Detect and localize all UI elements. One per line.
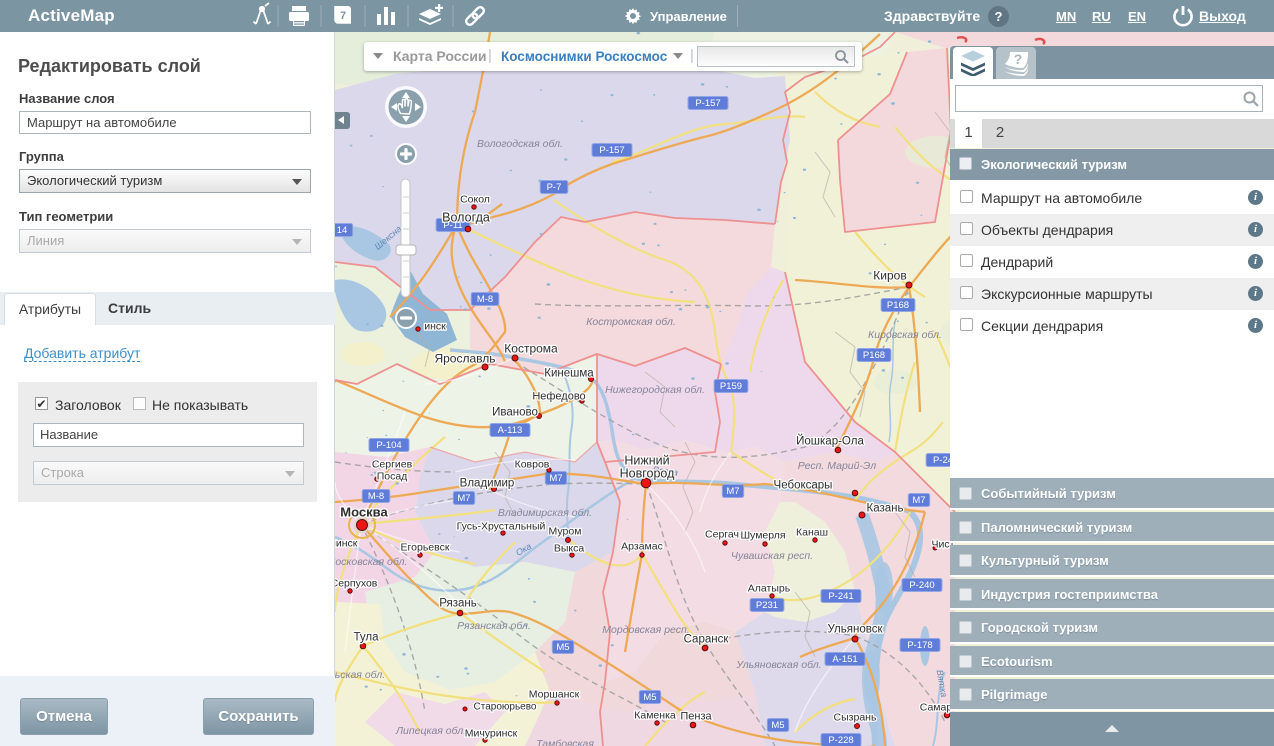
svg-text:Сергиев: Сергиев — [372, 459, 413, 471]
svg-text:14: 14 — [337, 225, 348, 236]
svg-text:Арзамас: Арзамас — [621, 541, 663, 553]
svg-text:Пенза: Пенза — [680, 711, 712, 723]
svg-text:Гусь-Хрустальный: Гусь-Хрустальный — [457, 521, 546, 533]
svg-text:Алатырь: Алатырь — [748, 583, 791, 595]
svg-text:Староюрьево: Староюрьево — [474, 702, 537, 713]
svg-text:P-240: P-240 — [909, 580, 934, 591]
svg-text:Костромская обл.: Костромская обл. — [586, 316, 676, 328]
svg-text:Иваново: Иваново — [492, 407, 538, 419]
svg-text:Владимир: Владимир — [460, 478, 515, 490]
svg-text:P-7: P-7 — [547, 182, 562, 193]
svg-text:A-113: A-113 — [498, 425, 523, 436]
svg-text:Кировская обл.: Кировская обл. — [868, 329, 942, 341]
svg-text:Вологодская обл.: Вологодская обл. — [477, 138, 563, 150]
svg-text:M7: M7 — [457, 493, 470, 504]
svg-text:Муром: Муром — [549, 526, 582, 538]
svg-text:P-104: P-104 — [376, 440, 401, 451]
svg-text:Мичуринск: Мичуринск — [465, 728, 518, 740]
svg-text:Посад: Посад — [377, 471, 408, 483]
svg-text:A-151: A-151 — [832, 654, 857, 665]
svg-text:Казань: Казань — [867, 503, 904, 515]
svg-text:Нижний: Нижний — [624, 454, 669, 468]
svg-text:M7: M7 — [549, 473, 562, 484]
svg-text:инск: инск — [424, 321, 446, 333]
svg-text:Чувашская респ.: Чувашская респ. — [731, 550, 813, 562]
svg-text:P231: P231 — [756, 600, 778, 611]
svg-text:Каменка: Каменка — [634, 710, 676, 722]
svg-text:Сокол: Сокол — [460, 194, 490, 206]
svg-text:?: ? — [1014, 51, 1023, 67]
svg-text:P-157: P-157 — [599, 145, 624, 156]
svg-text:Канаш: Канаш — [796, 527, 828, 539]
svg-text:Серпухов: Серпухов — [335, 578, 378, 590]
svg-text:Москва: Москва — [340, 505, 388, 520]
svg-text:Рязанская обл.: Рязанская обл. — [457, 620, 531, 632]
svg-text:Рязань: Рязань — [439, 598, 477, 610]
svg-text:Егорьевск: Егорьевск — [401, 542, 450, 554]
svg-text:Чебоксары: Чебоксары — [774, 480, 833, 492]
svg-text:Ульяновск: Ульяновск — [828, 624, 884, 636]
svg-text:P-241: P-241 — [828, 591, 853, 602]
svg-text:Липецкая обл.: Липецкая обл. — [395, 725, 466, 737]
svg-text:М7: М7 — [912, 495, 925, 506]
svg-text:Кинешма: Кинешма — [544, 368, 594, 380]
svg-text:Шумерля: Шумерля — [740, 530, 785, 542]
svg-text:Новгород: Новгород — [620, 467, 675, 481]
svg-text:7: 7 — [340, 10, 346, 22]
svg-text:P-157: P-157 — [695, 98, 720, 109]
svg-text:Вологда: Вологда — [442, 211, 490, 225]
svg-text:Московская обл.: Московская обл. — [335, 556, 407, 568]
svg-text:P-228: P-228 — [828, 735, 853, 746]
svg-text:Моршанск: Моршанск — [529, 689, 580, 701]
svg-text:льская обл.: льская обл. — [335, 669, 385, 681]
svg-text:Самар: Самар — [920, 702, 953, 714]
svg-text:М-8: М-8 — [477, 294, 493, 305]
svg-text:М-8: М-8 — [368, 491, 384, 502]
svg-text:Нижегородская обл.: Нижегородская обл. — [605, 384, 705, 396]
svg-text:Тамбовская: Тамбовская — [536, 738, 594, 746]
svg-text:Ярославль: Ярославль — [434, 352, 495, 366]
svg-text:минск: минск — [335, 538, 358, 550]
svg-text:M5: M5 — [643, 692, 656, 703]
svg-text:Ковров: Ковров — [515, 459, 550, 471]
svg-text:P168: P168 — [863, 350, 885, 361]
svg-text:P168: P168 — [887, 300, 909, 311]
svg-text:P159: P159 — [720, 381, 742, 392]
svg-text:Сызрань: Сызрань — [834, 712, 877, 724]
svg-text:Нефедово: Нефедово — [532, 391, 585, 403]
svg-text:Киров: Киров — [873, 269, 906, 283]
svg-text:Владимирская обл.: Владимирская обл. — [498, 507, 592, 519]
svg-text:Саранск: Саранск — [684, 634, 730, 646]
svg-text:Тула: Тула — [354, 632, 380, 644]
svg-text:Сергач: Сергач — [705, 529, 739, 541]
svg-text:Выкса: Выкса — [554, 543, 585, 555]
svg-text:P-178: P-178 — [907, 640, 932, 651]
svg-text:Респ. Марий-Эл: Респ. Марий-Эл — [798, 460, 876, 472]
svg-text:M7: M7 — [726, 486, 739, 497]
svg-text:Кострома: Кострома — [504, 342, 558, 356]
svg-text:Ульяновская обл.: Ульяновская обл. — [735, 659, 821, 671]
svg-text:Йошкар-Ола: Йошкар-Ола — [796, 435, 864, 448]
svg-text:M5: M5 — [556, 642, 569, 653]
svg-text:M5: M5 — [771, 720, 784, 731]
svg-text:Мордовская респ.: Мордовская респ. — [602, 624, 689, 636]
